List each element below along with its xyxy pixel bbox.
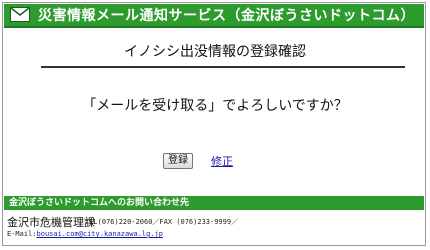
header-title: 災害情報メール通知サービス（金沢ぼうさいドットコム） (38, 8, 415, 24)
mail-icon (10, 7, 30, 22)
header-bar: 災害情報メール通知サービス（金沢ぼうさいドットコム） (4, 4, 424, 28)
register-button[interactable]: 登録 (163, 153, 193, 169)
page-frame: 災害情報メール通知サービス（金沢ぼうさいドットコム） イノシシ出没情報の登録確認… (2, 2, 426, 246)
phone-fax: TEL(076)220-2060／FAX (076)233-9999／ (85, 218, 239, 226)
edit-link[interactable]: 修正 (211, 153, 233, 169)
email-prefix: E-Mail: (7, 230, 37, 238)
email-line: E-Mail:bousai.com@city.kanazawa.lg.jp (7, 230, 163, 238)
confirmation-question: 「メールを受け取る」でよろしいですか？ (82, 98, 348, 114)
email-link[interactable]: bousai.com@city.kanazawa.lg.jp (37, 230, 163, 238)
title-divider (41, 66, 405, 68)
page-title: イノシシ出没情報の登録確認 (124, 44, 306, 60)
org-name: 金沢市危機管理課 (7, 216, 95, 229)
footer-bar: 金沢ぼうさいドットコムへのお問い合わせ先 (4, 196, 424, 210)
footer-heading: 金沢ぼうさいドットコムへのお問い合わせ先 (9, 198, 190, 208)
